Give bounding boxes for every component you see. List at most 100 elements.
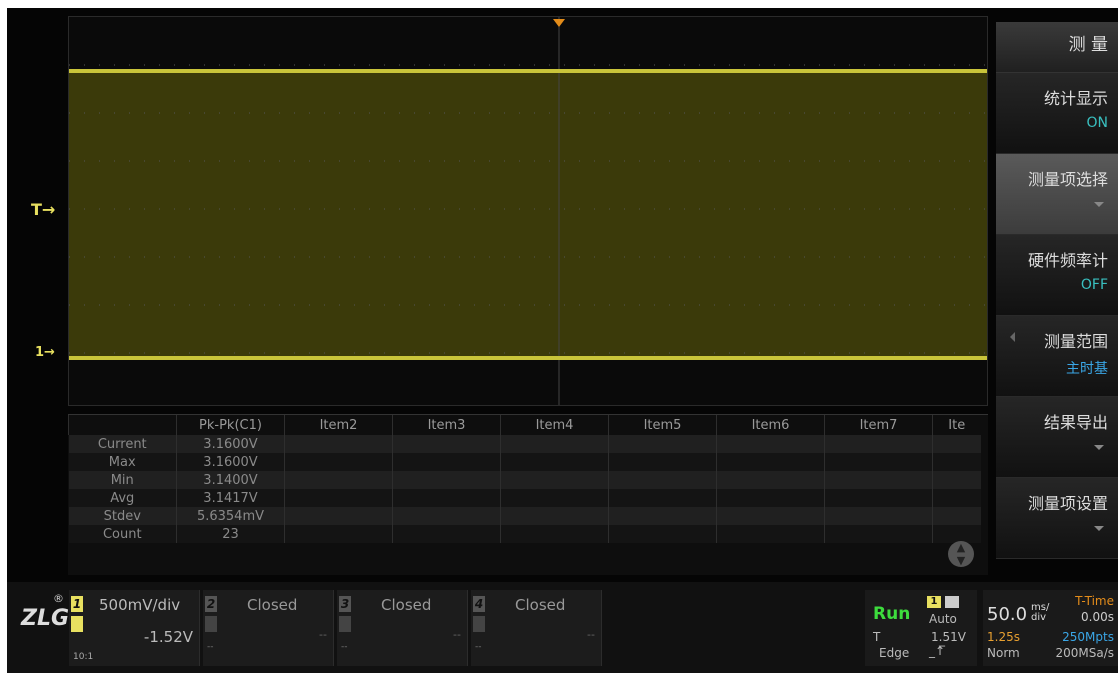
run-state: Run <box>873 604 911 624</box>
channel2-offset: -- <box>319 628 327 641</box>
dropdown-arrow-icon <box>1094 202 1104 207</box>
menu-label: 硬件频率计 <box>1027 251 1108 270</box>
memory-depth: 250Mpts <box>1062 630 1114 644</box>
trigger-level: 1.51V <box>931 630 966 644</box>
row-value: 23 <box>176 525 285 543</box>
channel1-panel[interactable]: 1 500mV/div -1.52V 10:1 <box>69 590 200 666</box>
menu-button-range[interactable]: 测量范围 主时基 <box>996 316 1118 397</box>
menu-button-export[interactable]: 结果导出 <box>996 397 1118 478</box>
measurement-table: Pk-Pk(C1) Item2 Item3 Item4 Item5 Item6 … <box>68 414 988 575</box>
table-scroll-knob[interactable]: ▲ ▼ <box>948 541 974 567</box>
header-item8: Ite <box>932 415 981 435</box>
menu-button-item-select[interactable]: 测量项选择 <box>996 154 1118 235</box>
rising-edge-icon: _↑̅ <box>929 644 946 658</box>
trigger-type: Edge <box>879 646 910 660</box>
channel1-ground-marker[interactable]: 1→ <box>35 345 55 360</box>
header-item6: Item6 <box>716 415 825 435</box>
menu-title: 测 量 <box>996 22 1118 73</box>
menu-label: 测量项选择 <box>1027 170 1108 189</box>
table-row: Count 23 <box>68 525 981 543</box>
timebase-unit-bottom: div <box>1031 612 1047 623</box>
header-blank <box>68 415 177 435</box>
row-label: Min <box>68 471 177 489</box>
header-pkpk: Pk-Pk(C1) <box>176 415 285 435</box>
window-time: 1.25s <box>987 630 1020 644</box>
dropdown-arrow-icon <box>1094 526 1104 531</box>
channel3-number: 3 <box>339 596 351 612</box>
waveform-display[interactable] <box>68 16 988 406</box>
channel2-coupling-icon <box>205 616 217 632</box>
ttime-value: 0.00s <box>1081 610 1114 624</box>
row-value: 3.1600V <box>176 435 285 453</box>
registered-mark: ® <box>53 592 64 605</box>
channel4-panel[interactable]: 4 Closed -- -- <box>471 590 602 666</box>
menu-label: 结果导出 <box>1043 413 1108 432</box>
trigger-marker-label: T <box>31 200 42 219</box>
timebase-panel[interactable]: 50.0 ms/ div T-Time 0.00s 1.25s 250Mpts … <box>983 590 1118 666</box>
menu-label: 统计显示 <box>1043 89 1108 108</box>
channel4-coupling-icon <box>473 616 485 632</box>
zlg-logo: ZLG <box>21 606 70 631</box>
channel2-panel[interactable]: 2 Closed -- -- <box>203 590 334 666</box>
row-label: Avg <box>68 489 177 507</box>
header-item7: Item7 <box>824 415 933 435</box>
row-label: Current <box>68 435 177 453</box>
oscilloscope-screen: T→ 1→ Pk-Pk(C1) Item2 Item3 Item4 Item5 … <box>7 8 1118 673</box>
ttime-label: T-Time <box>1075 594 1114 608</box>
row-label: Max <box>68 453 177 471</box>
header-item3: Item3 <box>392 415 501 435</box>
row-value: 3.1417V <box>176 489 285 507</box>
sample-rate: 200MSa/s <box>1055 646 1114 660</box>
header-item5: Item5 <box>608 415 717 435</box>
channel1-marker-label: 1 <box>35 345 45 360</box>
menu-button-item-settings[interactable]: 测量项设置 <box>996 478 1118 559</box>
status-bar: ZLG ® 1 500mV/div -1.52V 10:1 2 Closed -… <box>7 582 1118 673</box>
timebase-scale: 50.0 <box>987 604 1028 625</box>
channel1-scale: 500mV/div <box>99 596 181 614</box>
menu-label: 测量范围 <box>1043 332 1108 351</box>
channel4-offset: -- <box>587 628 595 641</box>
trigger-label: T <box>873 630 881 644</box>
menu-value: OFF <box>1080 277 1108 293</box>
row-value: 3.1600V <box>176 453 285 471</box>
row-value: 3.1400V <box>176 471 285 489</box>
measure-menu: 测 量 统计显示 ON 测量项选择 硬件频率计 OFF 测量范围 主时基 结果导… <box>996 22 1118 588</box>
channel1-offset: -1.52V <box>143 628 193 646</box>
channel1-number: 1 <box>71 596 83 612</box>
table-row: Stdev 5.6354mV <box>68 507 981 525</box>
waveform-svg <box>69 17 987 405</box>
header-item2: Item2 <box>284 415 393 435</box>
channel3-probe: -- <box>341 642 348 652</box>
dropdown-arrow-icon <box>1094 445 1104 450</box>
channel3-status: Closed <box>381 596 432 614</box>
channel3-panel[interactable]: 3 Closed -- -- <box>337 590 468 666</box>
acquire-mode: Norm <box>987 646 1020 660</box>
menu-value: ON <box>1086 115 1109 131</box>
channel4-status: Closed <box>515 596 566 614</box>
trigger-level-marker[interactable]: T→ <box>31 200 55 219</box>
left-arrow-icon <box>1010 332 1015 342</box>
table-row: Avg 3.1417V <box>68 489 981 507</box>
row-value: 5.6354mV <box>176 507 285 525</box>
table-row: Current 3.1600V <box>68 435 981 453</box>
channel4-number: 4 <box>473 596 485 612</box>
run-trigger-panel[interactable]: Run 1 Auto T 1.51V Edge _↑̅ <box>865 590 977 666</box>
trigger-source-icon: 1 <box>927 596 941 608</box>
menu-value: 主时基 <box>1066 361 1108 377</box>
channel4-probe: -- <box>475 642 482 652</box>
menu-label: 测量项设置 <box>1027 494 1108 513</box>
channel1-probe: 10:1 <box>73 652 94 662</box>
menu-button-statistics[interactable]: 统计显示 ON <box>996 73 1118 154</box>
channel3-coupling-icon <box>339 616 351 632</box>
table-row: Max 3.1600V <box>68 453 981 471</box>
menu-button-hw-counter[interactable]: 硬件频率计 OFF <box>996 235 1118 316</box>
channel2-number: 2 <box>205 596 217 612</box>
channel2-status: Closed <box>247 596 298 614</box>
row-label: Stdev <box>68 507 177 525</box>
channel1-coupling-icon <box>71 616 83 632</box>
trigger-position-marker[interactable] <box>553 19 565 27</box>
row-label: Count <box>68 525 177 543</box>
channel3-offset: -- <box>453 628 461 641</box>
trigger-mode: Auto <box>929 612 957 626</box>
header-item4: Item4 <box>500 415 609 435</box>
